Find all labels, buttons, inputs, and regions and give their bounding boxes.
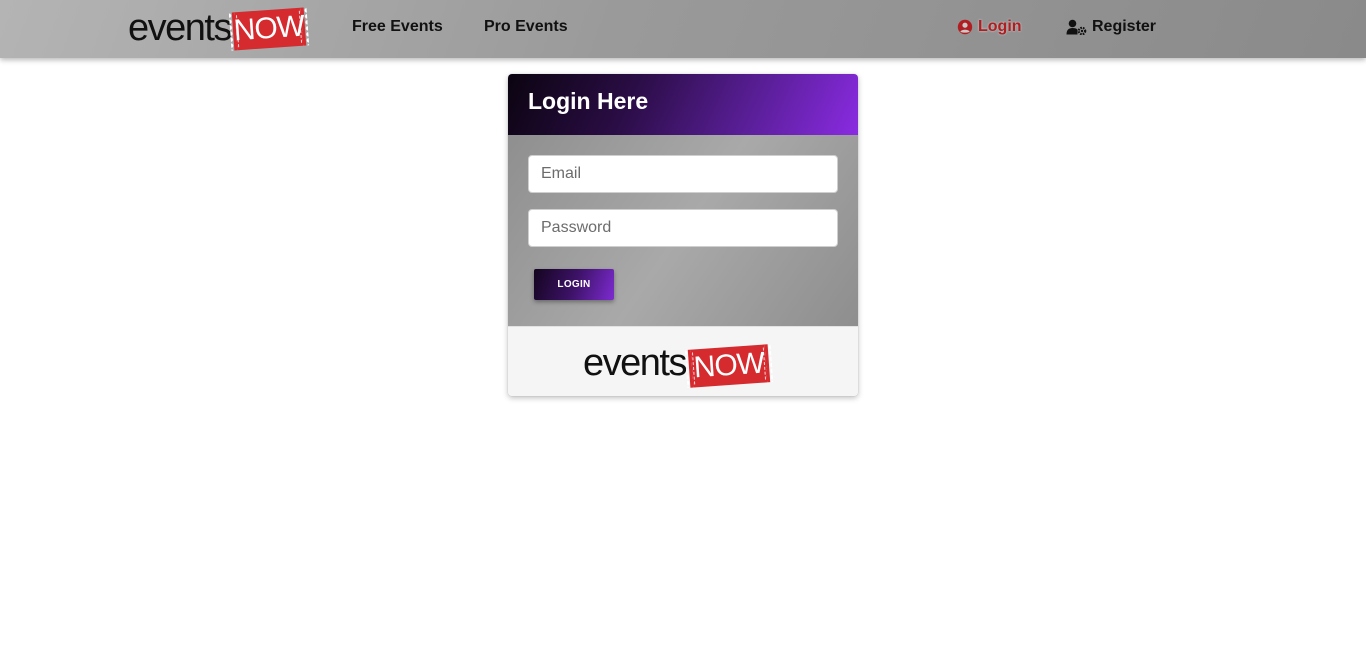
login-card-header: Login Here — [508, 74, 858, 135]
brand-logo-word: events — [128, 7, 232, 49]
nav-free-events-label: Free Events — [352, 18, 443, 35]
brand-logo-ticket: NOW — [231, 7, 307, 51]
login-form: LOGIN — [508, 135, 858, 326]
nav-register-link[interactable]: Register — [1066, 18, 1156, 36]
login-card-footer: events NOW — [508, 326, 858, 396]
footer-logo-ticket-text: NOW — [692, 346, 766, 385]
nav-login-label: Login — [978, 18, 1022, 35]
footer-brand-logo: events NOW — [583, 341, 771, 388]
nav-free-events-link[interactable]: Free Events — [352, 18, 443, 36]
footer-logo-word: events — [583, 342, 687, 384]
footer-logo-ticket: NOW — [687, 344, 771, 388]
login-submit-button[interactable]: LOGIN — [534, 269, 614, 300]
user-gear-icon — [1066, 19, 1087, 35]
brand-logo[interactable]: events NOW — [128, 7, 307, 51]
nav-pro-events-link[interactable]: Pro Events — [484, 18, 568, 36]
password-field[interactable] — [528, 209, 838, 247]
login-card: Login Here LOGIN events NOW — [508, 74, 858, 396]
brand-logo-ticket-text: NOW — [232, 9, 306, 48]
nav-login-link[interactable]: Login — [957, 18, 1022, 36]
email-field[interactable] — [528, 155, 838, 193]
top-navbar: events NOW Free Events Pro Events Login — [0, 0, 1366, 58]
nav-pro-events-label: Pro Events — [484, 18, 568, 35]
login-card-title: Login Here — [528, 88, 649, 114]
user-circle-icon — [957, 19, 973, 35]
nav-register-label: Register — [1092, 18, 1157, 35]
